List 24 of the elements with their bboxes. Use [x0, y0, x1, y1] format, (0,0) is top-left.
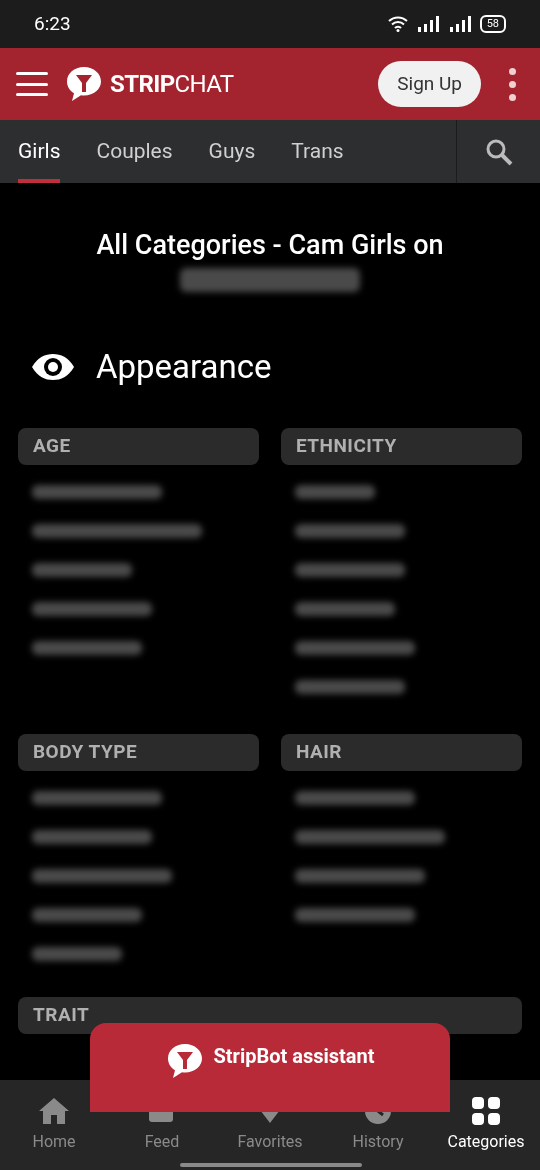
category-tab[interactable]: Guys: [208, 120, 256, 183]
section-title: Appearance: [96, 346, 272, 388]
battery-indicator: 58: [479, 15, 506, 33]
category-tab[interactable]: Trans: [291, 120, 344, 183]
group-header: AGE: [18, 427, 259, 465]
group-header: HAIR: [281, 733, 522, 771]
assistant-toast[interactable]: StripBot assistant: [90, 1023, 450, 1112]
category-tab[interactable]: Girls: [18, 120, 61, 183]
group-header: ETHNICITY: [281, 427, 522, 465]
eye-icon: [30, 351, 76, 382]
signal-icon: [447, 16, 472, 32]
menu-icon[interactable]: [16, 72, 48, 96]
sign-up-button[interactable]: Sign Up: [378, 61, 481, 107]
grid-icon: [469, 1096, 503, 1126]
category-tab[interactable]: Couples: [96, 120, 173, 183]
home-icon: [37, 1096, 71, 1126]
status-time: 6:23: [34, 10, 71, 37]
wifi-icon: [387, 16, 408, 32]
page-title: All Categories - Cam Girls on: [96, 228, 444, 262]
chat-bubble-logo-icon: [64, 64, 104, 104]
more-options-icon[interactable]: [509, 67, 516, 101]
group-header: BODY TYPE: [18, 733, 259, 771]
signal-icon: [415, 16, 440, 32]
brand-name: STRIPCHAT: [110, 69, 234, 100]
